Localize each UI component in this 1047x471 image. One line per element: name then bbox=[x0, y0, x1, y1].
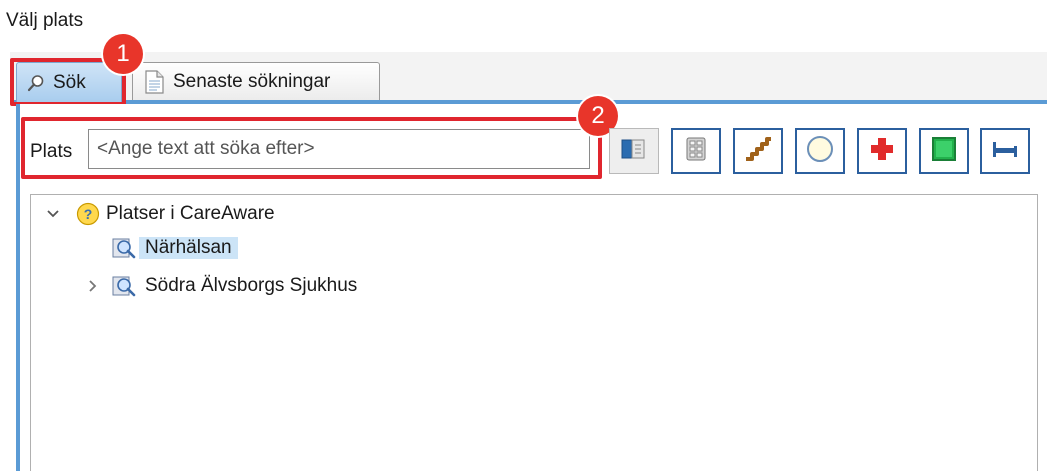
svg-text:?: ? bbox=[84, 206, 93, 222]
help-icon: ? bbox=[76, 202, 100, 226]
map-book-button[interactable] bbox=[609, 128, 659, 174]
stairs-button[interactable] bbox=[733, 128, 783, 174]
tree-item-label: Närhälsan bbox=[139, 237, 238, 259]
tab-recent-searches-label: Senaste sökningar bbox=[173, 70, 331, 92]
green-square-icon bbox=[930, 135, 958, 168]
location-search-icon bbox=[111, 236, 137, 260]
annotation-highlight-search bbox=[21, 117, 602, 179]
green-square-button[interactable] bbox=[919, 128, 969, 174]
bed-icon bbox=[990, 138, 1020, 165]
map-book-icon bbox=[620, 137, 648, 166]
circle-icon bbox=[805, 134, 835, 169]
tree-item-label: Södra Älvsborgs Sjukhus bbox=[145, 275, 358, 296]
annotation-badge-1: 1 bbox=[103, 34, 143, 74]
tab-recent-searches[interactable]: Senaste sökningar bbox=[132, 62, 380, 100]
window-title: Välj plats bbox=[6, 10, 84, 31]
location-search-icon bbox=[111, 274, 137, 298]
tree-item-narhalsan[interactable]: Närhälsan bbox=[111, 232, 238, 264]
building-button[interactable] bbox=[671, 128, 721, 174]
stairs-icon bbox=[743, 136, 773, 167]
tree-root[interactable]: ? Platser i CareAware bbox=[46, 198, 281, 230]
tree-item-sodra-alvsborgs[interactable]: Södra Älvsborgs Sjukhus bbox=[86, 270, 363, 302]
red-cross-button[interactable] bbox=[857, 128, 907, 174]
chevron-right-icon[interactable] bbox=[86, 279, 100, 293]
bed-button[interactable] bbox=[980, 128, 1030, 174]
document-icon bbox=[143, 69, 165, 94]
red-cross-icon bbox=[868, 135, 896, 168]
tree-root-label: Platser i CareAware bbox=[106, 203, 275, 224]
circle-button[interactable] bbox=[795, 128, 845, 174]
chevron-down-icon[interactable] bbox=[46, 209, 60, 219]
building-icon bbox=[683, 135, 709, 168]
